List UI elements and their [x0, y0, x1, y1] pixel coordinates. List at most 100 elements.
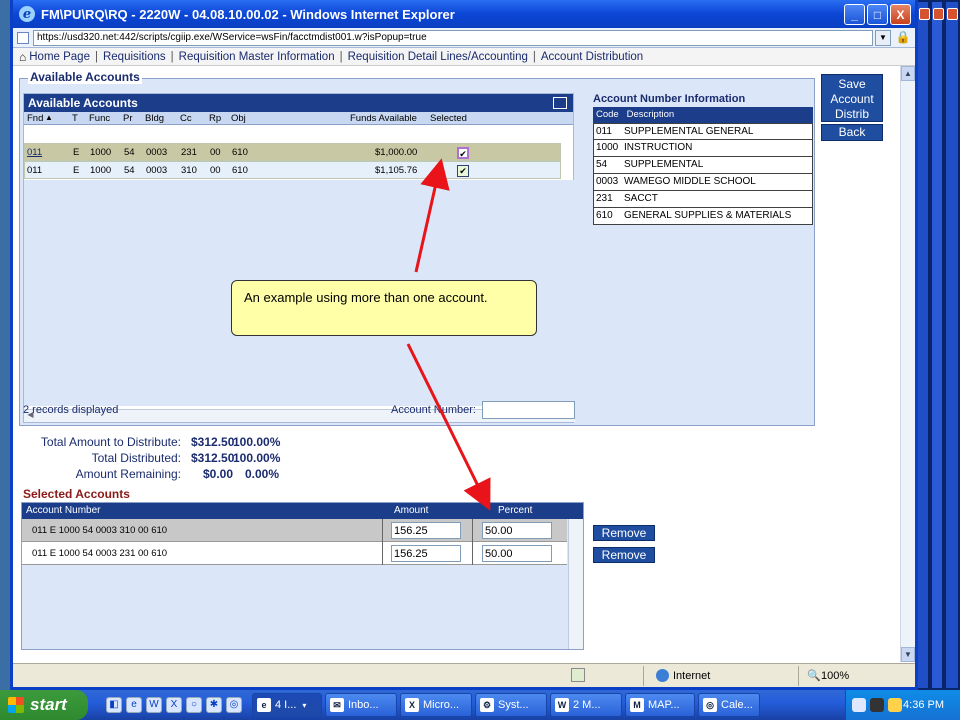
- distribution-totals: Total Amount to Distribute: $312.50 100.…: [13, 434, 293, 482]
- word-icon[interactable]: W: [146, 697, 162, 713]
- nav-account-distribution[interactable]: Account Distribution: [541, 51, 643, 63]
- col-rp[interactable]: Rp: [209, 113, 221, 124]
- taskbar: start ◧ e W X ○ ✱ ◎ e4 I... ▾ ✉ Inbo... XM…: [0, 690, 960, 720]
- mail-icon: ✉: [330, 698, 344, 712]
- col-obj[interactable]: Obj: [231, 113, 246, 124]
- fnd-link[interactable]: 011: [27, 147, 42, 158]
- globe-icon: [656, 669, 669, 682]
- code-cell: 011: [596, 126, 612, 137]
- tool-icon[interactable]: ✱: [206, 697, 222, 713]
- nav-requisitions[interactable]: Requisitions: [103, 51, 166, 63]
- nav-requisition-master[interactable]: Requisition Master Information: [179, 51, 335, 63]
- col-pr[interactable]: Pr: [123, 113, 133, 124]
- tray-weather-icon[interactable]: [870, 698, 884, 712]
- grid-icon[interactable]: [553, 97, 567, 109]
- cell-funds: $1,105.76: [375, 165, 418, 176]
- col-funds-available[interactable]: Funds Available: [350, 113, 417, 124]
- nav-home-page[interactable]: Home Page: [29, 51, 90, 63]
- code-cell: 0003: [596, 176, 619, 187]
- available-accounts-legend: Available Accounts: [28, 70, 142, 84]
- selected-table-scrollbar[interactable]: [568, 519, 583, 649]
- records-count: 2 records displayed: [23, 404, 119, 416]
- clock: 4:36 PM: [903, 699, 944, 711]
- col-bldg[interactable]: Bldg: [145, 113, 164, 124]
- remove-button[interactable]: Remove: [593, 525, 655, 541]
- task-map[interactable]: M MAP...: [625, 693, 695, 717]
- task-inbox[interactable]: ✉ Inbo...: [325, 693, 397, 717]
- task-calendar[interactable]: ◎ Cale...: [698, 693, 760, 717]
- available-accounts-column-headers: Fnd ▲ T Func Pr Bldg Cc Rp Obj Funds Ava…: [24, 112, 573, 125]
- selected-account-number: 011 E 1000 54 0003 310 00 610: [32, 525, 168, 536]
- selected-account-row[interactable]: 011 E 1000 54 0003 310 00 610: [22, 519, 567, 542]
- remove-all-button[interactable]: Remove All: [593, 547, 655, 576]
- save-label-line3: Distrib: [834, 107, 869, 121]
- selected-checkbox[interactable]: ✔: [457, 165, 469, 177]
- available-account-row[interactable]: 011 E 1000 54 0003 310 00 610 $1,105.76 …: [24, 161, 561, 179]
- account-number-label: Account Number:: [391, 404, 476, 416]
- amount-input[interactable]: [391, 545, 461, 562]
- excel-icon[interactable]: X: [166, 697, 182, 713]
- percent-input[interactable]: [482, 545, 552, 562]
- save-account-distrib-button[interactable]: Save Account Distrib: [821, 74, 883, 122]
- percent-input[interactable]: [482, 522, 552, 539]
- available-accounts-header: Available Accounts: [24, 94, 573, 112]
- maximize-button[interactable]: □: [867, 4, 888, 25]
- chevron-down-icon[interactable]: ▼: [875, 29, 891, 46]
- amount-input[interactable]: [391, 522, 461, 539]
- start-button[interactable]: start: [0, 690, 88, 720]
- annotation-callout: An example using more than one account.: [231, 280, 537, 336]
- col-code: Code: [596, 109, 619, 120]
- system-tray: 4:36 PM: [845, 690, 960, 720]
- lock-icon[interactable]: 🔒: [895, 30, 911, 46]
- cell-rp: 00: [210, 147, 221, 158]
- account-number-input[interactable]: [482, 401, 575, 419]
- desc-cell: SUPPLEMENTAL: [624, 159, 704, 170]
- tray-expand-icon[interactable]: [852, 698, 866, 712]
- nav-requisition-detail[interactable]: Requisition Detail Lines/Accounting: [348, 51, 528, 63]
- col-fnd[interactable]: Fnd: [27, 113, 43, 124]
- cell-func: 1000: [90, 147, 112, 158]
- available-account-row[interactable]: 011 E 1000 54 0003 231 00 610 $1,000.00 …: [24, 143, 561, 161]
- home-icon[interactable]: ⌂: [19, 50, 26, 64]
- cell-rp: 00: [210, 165, 221, 176]
- account-info-row: 0003 WAMEGO MIDDLE SCHOOL: [593, 174, 813, 191]
- selected-checkbox[interactable]: ✔: [457, 147, 469, 159]
- selected-accounts-title: Selected Accounts: [23, 487, 130, 501]
- selected-account-row[interactable]: 011 E 1000 54 0003 231 00 610: [22, 542, 567, 565]
- amount-remaining-row: Amount Remaining: $0.00 0.00%: [13, 466, 293, 482]
- back-button[interactable]: Back: [821, 124, 883, 141]
- scroll-down-icon[interactable]: ▼: [901, 647, 915, 662]
- col-func[interactable]: Func: [89, 113, 110, 124]
- col-selected[interactable]: Selected: [430, 113, 467, 124]
- task-system[interactable]: ⚙ Syst...: [475, 693, 547, 717]
- task-ie[interactable]: e 4 I... ▾: [252, 693, 322, 717]
- tray-app-icon[interactable]: [888, 698, 902, 712]
- url-field[interactable]: https://usd320.net:442/scripts/cgiip.exe…: [33, 29, 873, 46]
- calendar-icon[interactable]: ◎: [226, 697, 242, 713]
- zoom-icon[interactable]: 🔍: [807, 669, 821, 682]
- col-cc[interactable]: Cc: [180, 113, 192, 124]
- page-vertical-scrollbar[interactable]: ▲ ▼: [900, 66, 915, 662]
- available-accounts-title: Available Accounts: [28, 96, 138, 110]
- cell-func: 1000: [90, 165, 112, 176]
- search-icon[interactable]: ○: [186, 697, 202, 713]
- desc-cell: GENERAL SUPPLIES & MATERIALS: [624, 210, 792, 221]
- background-window-edge: [916, 0, 930, 690]
- col-t[interactable]: T: [72, 113, 78, 124]
- close-button[interactable]: X: [890, 4, 911, 25]
- zoom-level[interactable]: 100%: [821, 670, 849, 682]
- total-label: Amount Remaining:: [75, 467, 181, 481]
- windows-logo-icon: [8, 697, 24, 713]
- page-icon: [17, 31, 29, 44]
- task-excel[interactable]: X Micro...: [400, 693, 472, 717]
- col-percent: Percent: [498, 505, 533, 516]
- minimize-button[interactable]: _: [844, 4, 865, 25]
- cell-bldg: 0003: [146, 165, 168, 176]
- ie-icon[interactable]: e: [126, 697, 142, 713]
- code-cell: 54: [596, 159, 608, 170]
- task-word[interactable]: W 2 M...: [550, 693, 622, 717]
- close-icon: [947, 8, 958, 20]
- total-distributed-row: Total Distributed: $312.50 100.00%: [13, 450, 293, 466]
- desktop-icon[interactable]: ◧: [106, 697, 122, 713]
- scroll-up-icon[interactable]: ▲: [901, 66, 915, 81]
